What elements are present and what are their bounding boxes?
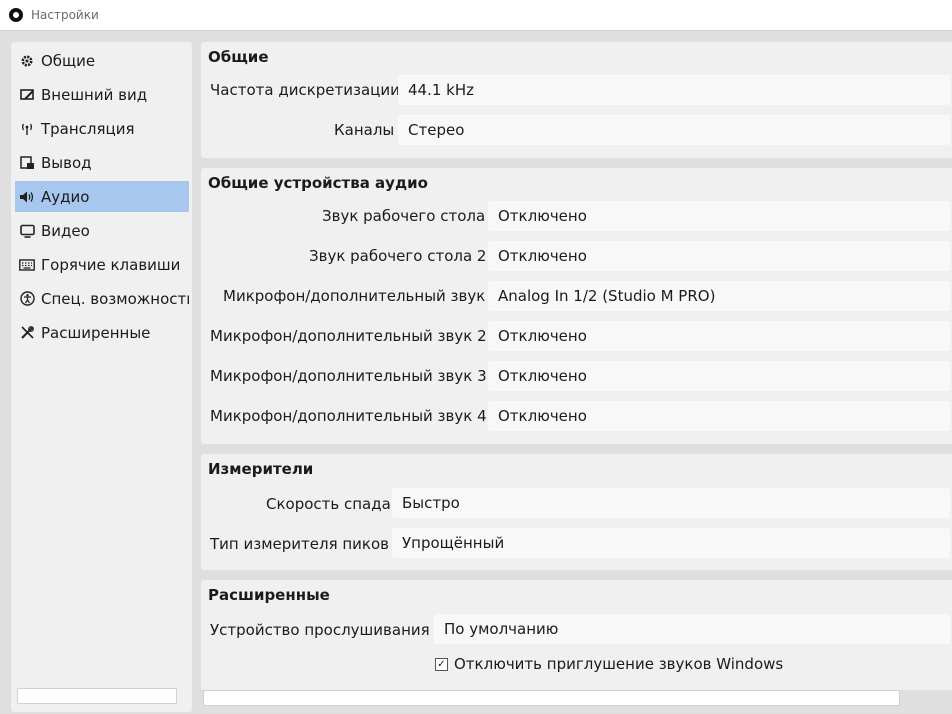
monitoring-device-value: По умолчанию — [444, 620, 559, 638]
sidebar-item-stream[interactable]: Трансляция — [15, 113, 189, 144]
gear-icon — [19, 53, 35, 69]
obs-logo-icon — [9, 8, 23, 22]
sidebar-item-label: Спец. возможности — [41, 289, 189, 308]
channels-label: Каналы — [334, 121, 395, 139]
channels-select[interactable]: Стерео — [398, 115, 950, 145]
peak-meter-type-label: Тип измерителя пиков — [210, 535, 390, 553]
window-title: Настройки — [31, 8, 99, 22]
mic-aux-2-label: Микрофон/дополнительный звук 2 — [210, 327, 487, 345]
desktop-audio-2-select[interactable]: Отключено — [488, 241, 950, 271]
mic-aux-4-label: Микрофон/дополнительный звук 4 — [210, 407, 487, 425]
meters-section: Измерители Скорость спада Быстро Тип изм… — [201, 454, 952, 570]
monitoring-device-select[interactable]: По умолчанию — [434, 614, 950, 644]
sidebar-horizontal-scrollbar[interactable] — [17, 688, 177, 704]
peak-meter-type-select[interactable]: Упрощённый — [392, 528, 950, 558]
speaker-icon — [19, 189, 35, 205]
sample-rate-label: Частота дискретизации — [210, 81, 400, 99]
mic-aux-4-select[interactable]: Отключено — [488, 401, 950, 431]
wrench-icon — [19, 325, 35, 341]
desktop-audio-select[interactable]: Отключено — [488, 201, 950, 231]
desktop-audio-label: Звук рабочего стола — [322, 207, 486, 225]
monitor-icon — [19, 223, 35, 239]
sidebar-item-label: Видео — [41, 221, 90, 240]
general-section: Общие Частота дискретизации 44.1 kHz Кан… — [201, 42, 952, 158]
sidebar-item-video[interactable]: Видео — [15, 215, 189, 246]
sidebar-item-hotkeys[interactable]: Горячие клавиши — [15, 249, 189, 280]
channels-value: Стерео — [408, 121, 465, 139]
desktop-audio-value: Отключено — [498, 207, 587, 225]
sidebar-item-general[interactable]: Общие — [15, 45, 189, 76]
settings-sidebar: Общие Внешний вид Трансляция Вывод Аудио… — [11, 42, 192, 712]
section-title: Измерители — [208, 460, 314, 478]
sidebar-item-label: Расширенные — [41, 323, 151, 342]
mic-aux-4-value: Отключено — [498, 407, 587, 425]
sidebar-item-audio[interactable]: Аудио — [15, 181, 189, 212]
sidebar-item-label: Трансляция — [41, 119, 135, 138]
decay-rate-value: Быстро — [402, 494, 460, 512]
sample-rate-select[interactable]: 44.1 kHz — [398, 75, 950, 105]
sidebar-item-output[interactable]: Вывод — [15, 147, 189, 178]
sidebar-item-label: Внешний вид — [41, 85, 148, 104]
mic-aux-2-value: Отключено — [498, 327, 587, 345]
mic-aux-3-select[interactable]: Отключено — [488, 361, 950, 391]
desktop-audio-2-value: Отключено — [498, 247, 587, 265]
disable-ducking-label: Отключить приглушение звуков Windows — [454, 655, 784, 673]
title-bar: Настройки — [0, 0, 952, 31]
mic-aux-value: Analog In 1/2 (Studio M PRO) — [498, 287, 716, 305]
output-icon — [19, 155, 35, 171]
section-title: Расширенные — [208, 586, 330, 604]
section-title: Общие — [208, 48, 269, 66]
sidebar-item-label: Аудио — [41, 187, 90, 206]
monitoring-device-label: Устройство прослушивания — [210, 621, 430, 639]
decay-rate-label: Скорость спада — [266, 495, 391, 513]
accessibility-icon — [19, 291, 35, 307]
content-horizontal-scrollbar[interactable] — [203, 690, 900, 706]
sample-rate-value: 44.1 kHz — [408, 81, 475, 99]
desktop-audio-2-label: Звук рабочего стола 2 — [309, 247, 487, 265]
sidebar-item-label: Общие — [41, 51, 96, 70]
sidebar-item-label: Вывод — [41, 153, 92, 172]
sidebar-item-advanced[interactable]: Расширенные — [15, 317, 189, 348]
mic-aux-3-label: Микрофон/дополнительный звук 3 — [210, 367, 487, 385]
decay-rate-select[interactable]: Быстро — [392, 488, 950, 518]
appearance-icon — [19, 87, 35, 103]
checkbox-checked-icon[interactable]: ✓ — [435, 657, 448, 671]
keyboard-icon — [19, 257, 35, 273]
broadcast-icon — [19, 121, 35, 137]
mic-aux-2-select[interactable]: Отключено — [488, 321, 950, 351]
mic-aux-label: Микрофон/дополнительный звук — [223, 287, 486, 305]
global-audio-devices-section: Общие устройства аудио Звук рабочего сто… — [201, 168, 952, 444]
peak-meter-type-value: Упрощённый — [402, 534, 505, 552]
sidebar-item-appearance[interactable]: Внешний вид — [15, 79, 189, 110]
disable-ducking-checkbox-row[interactable]: ✓ Отключить приглушение звуков Windows — [435, 655, 783, 673]
mic-aux-3-value: Отключено — [498, 367, 587, 385]
advanced-section: Расширенные Устройство прослушивания По … — [201, 580, 952, 690]
section-title: Общие устройства аудио — [208, 174, 428, 192]
sidebar-item-accessibility[interactable]: Спец. возможности — [15, 283, 189, 314]
sidebar-item-label: Горячие клавиши — [41, 255, 181, 274]
mic-aux-select[interactable]: Analog In 1/2 (Studio M PRO) — [488, 281, 950, 311]
